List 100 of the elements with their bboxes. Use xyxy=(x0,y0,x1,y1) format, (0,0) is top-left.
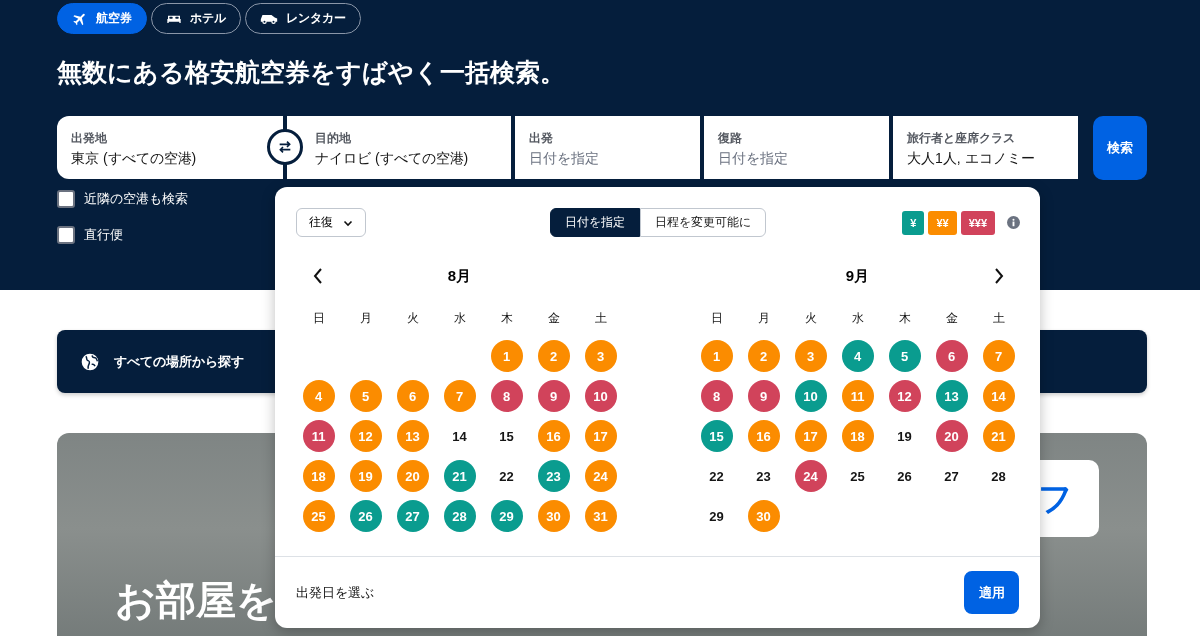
search-field[interactable]: 出発地 東京 (すべての空港) xyxy=(57,116,283,179)
calendar-day[interactable]: 22 xyxy=(490,460,523,492)
calendar-day[interactable]: 5 xyxy=(349,380,382,412)
calendar-day[interactable]: 19 xyxy=(888,420,921,452)
calendar-day[interactable]: 4 xyxy=(302,380,335,412)
next-month-icon[interactable] xyxy=(994,268,1004,284)
weekday-label: 金 xyxy=(547,310,560,327)
calendar-day[interactable]: 18 xyxy=(841,420,874,452)
calendar-day[interactable]: 30 xyxy=(747,500,780,532)
date-mode-toggle[interactable]: 日付を指定 xyxy=(550,208,640,237)
price-legend-tag: ¥¥ xyxy=(928,210,957,235)
weekday-label: 火 xyxy=(406,310,419,327)
previous-month-icon[interactable] xyxy=(313,268,323,284)
calendar-day[interactable]: 25 xyxy=(302,500,335,532)
calendar-day[interactable]: 23 xyxy=(537,460,570,492)
calendar-day[interactable]: 12 xyxy=(349,420,382,452)
calendar-day[interactable]: 20 xyxy=(935,420,968,452)
weekday-label: 火 xyxy=(804,310,817,327)
calendar-day[interactable]: 20 xyxy=(396,460,429,492)
calendar-day[interactable]: 6 xyxy=(935,340,968,372)
calendar-day[interactable]: 1 xyxy=(490,340,523,372)
info-icon[interactable] xyxy=(1007,216,1020,229)
weekday-label: 月 xyxy=(359,310,372,327)
checkbox[interactable] xyxy=(57,190,75,208)
month-title: 9月 xyxy=(845,266,870,286)
calendar-day[interactable]: 15 xyxy=(700,420,733,452)
hero-headline: お部屋を xyxy=(115,577,277,624)
calendar-day[interactable]: 2 xyxy=(747,340,780,372)
search-field[interactable]: 目的地 ナイロビ (すべての空港) xyxy=(287,116,511,179)
car-icon xyxy=(260,12,278,25)
calendar-day[interactable]: 10 xyxy=(584,380,617,412)
date-mode-toggle[interactable]: 日程を変更可能に xyxy=(640,208,766,237)
calendar-day[interactable]: 26 xyxy=(888,460,921,492)
field-value: 大人1人, エコノミー xyxy=(907,150,1035,168)
calendar-day[interactable]: 8 xyxy=(490,380,523,412)
calendar-day[interactable]: 14 xyxy=(982,380,1015,412)
calendar-day[interactable]: 17 xyxy=(584,420,617,452)
calendar-day[interactable]: 11 xyxy=(302,420,335,452)
calendar-day[interactable]: 26 xyxy=(349,500,382,532)
weekday-label: 水 xyxy=(851,310,864,327)
calendar-day[interactable]: 18 xyxy=(302,460,335,492)
month-title: 8月 xyxy=(447,266,472,286)
weekday-label: 金 xyxy=(945,310,958,327)
calendar-day[interactable]: 7 xyxy=(982,340,1015,372)
weekday-label: 日 xyxy=(312,310,325,327)
calendar-day[interactable]: 14 xyxy=(443,420,476,452)
calendar-day[interactable]: 22 xyxy=(700,460,733,492)
calendar-day[interactable]: 27 xyxy=(396,500,429,532)
calendar-day[interactable]: 16 xyxy=(537,420,570,452)
trip-type-dropdown[interactable]: 往復 xyxy=(296,208,366,237)
calendar-day[interactable]: 6 xyxy=(396,380,429,412)
calendar-day[interactable]: 21 xyxy=(443,460,476,492)
calendar-day[interactable]: 29 xyxy=(700,500,733,532)
calendar-day[interactable]: 29 xyxy=(490,500,523,532)
calendar-day[interactable]: 3 xyxy=(584,340,617,372)
calendar-day[interactable]: 21 xyxy=(982,420,1015,452)
weekday-label: 木 xyxy=(500,310,513,327)
calendar-day[interactable]: 28 xyxy=(982,460,1015,492)
search-field[interactable]: 旅行者と座席クラス 大人1人, エコノミー xyxy=(893,116,1078,179)
calendar-day[interactable]: 23 xyxy=(747,460,780,492)
weekday-label: 土 xyxy=(992,310,1005,327)
calendar-day[interactable]: 17 xyxy=(794,420,827,452)
calendar-day[interactable]: 10 xyxy=(794,380,827,412)
field-placeholder: 日付を指定 xyxy=(718,150,788,168)
price-legend-tag: ¥ xyxy=(902,210,925,235)
calendar-day[interactable]: 24 xyxy=(794,460,827,492)
calendar-day[interactable]: 13 xyxy=(935,380,968,412)
calendar-day[interactable]: 11 xyxy=(841,380,874,412)
calendar-day[interactable]: 3 xyxy=(794,340,827,372)
calendar-day[interactable]: 9 xyxy=(537,380,570,412)
field-placeholder: 日付を指定 xyxy=(529,150,599,168)
calendar-day[interactable]: 8 xyxy=(700,380,733,412)
calendar-day[interactable]: 31 xyxy=(584,500,617,532)
search-field[interactable]: 出発 日付を指定 xyxy=(515,116,700,179)
apply-button[interactable]: 適用 xyxy=(964,571,1019,614)
weekday-label: 水 xyxy=(453,310,466,327)
calendar-day[interactable]: 27 xyxy=(935,460,968,492)
calendar-day[interactable]: 7 xyxy=(443,380,476,412)
checkbox[interactable] xyxy=(57,226,75,244)
calendar-day[interactable]: 9 xyxy=(747,380,780,412)
category-tab[interactable]: 航空券 xyxy=(57,3,147,34)
calendar-day[interactable]: 5 xyxy=(888,340,921,372)
calendar-day[interactable]: 12 xyxy=(888,380,921,412)
calendar-day[interactable]: 24 xyxy=(584,460,617,492)
calendar-day[interactable]: 28 xyxy=(443,500,476,532)
price-legend-tag: ¥¥¥ xyxy=(960,210,995,235)
checkbox-label: 直行便 xyxy=(84,226,123,244)
calendar-day[interactable]: 15 xyxy=(490,420,523,452)
calendar-day[interactable]: 19 xyxy=(349,460,382,492)
search-button[interactable]: 検索 xyxy=(1093,116,1147,180)
calendar-day[interactable]: 30 xyxy=(537,500,570,532)
calendar-day[interactable]: 16 xyxy=(747,420,780,452)
search-field[interactable]: 復路 日付を指定 xyxy=(704,116,889,179)
calendar-day[interactable]: 2 xyxy=(537,340,570,372)
promo-text: フ xyxy=(1038,477,1073,519)
calendar-day[interactable]: 1 xyxy=(700,340,733,372)
weekday-label: 土 xyxy=(594,310,607,327)
calendar-day[interactable]: 4 xyxy=(841,340,874,372)
calendar-day[interactable]: 13 xyxy=(396,420,429,452)
calendar-day[interactable]: 25 xyxy=(841,460,874,492)
